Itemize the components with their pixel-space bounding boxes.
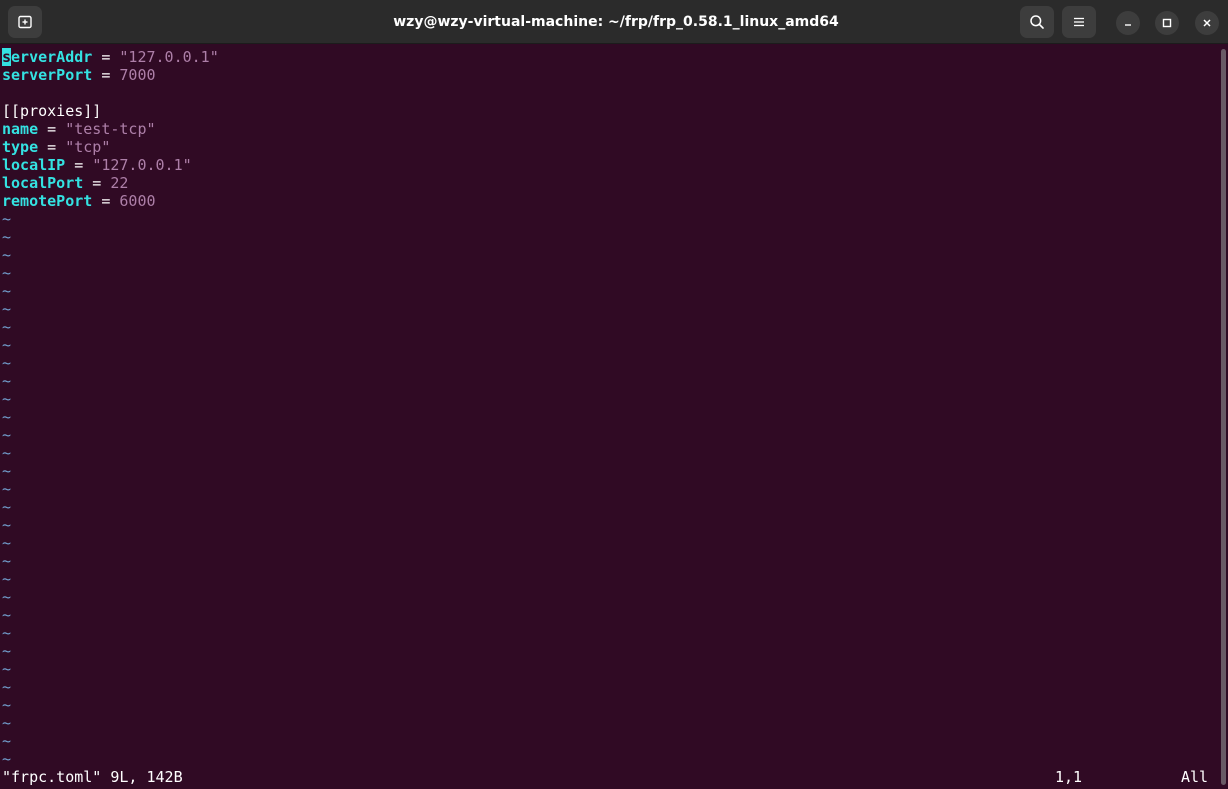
toml-value: 22 <box>110 174 129 192</box>
new-tab-button[interactable] <box>8 6 42 38</box>
empty-line-marker: ~ <box>2 642 12 660</box>
empty-line-marker: ~ <box>2 498 12 516</box>
window-title: wzy@wzy-virtual-machine: ~/frp/frp_0.58.… <box>393 14 839 30</box>
toml-key: localPort <box>2 174 84 192</box>
code-line: serverPort = 7000 <box>0 66 1218 84</box>
maximize-icon <box>1162 18 1172 28</box>
code-line: type = "tcp" <box>0 138 1218 156</box>
empty-line-marker: ~ <box>2 390 12 408</box>
maximize-button[interactable] <box>1155 11 1179 35</box>
toml-section-header: [[proxies]] <box>2 102 102 120</box>
empty-line-marker: ~ <box>2 354 12 372</box>
close-icon <box>1203 19 1211 27</box>
status-cursor-position: 1,1 <box>1055 768 1083 786</box>
code-line: remotePort = 6000 <box>0 192 1218 210</box>
vim-status-line: "frpc.toml" 9L, 142B 1,1 All <box>0 768 1218 786</box>
minimize-button[interactable] <box>1116 11 1140 35</box>
code-line: localIP = "127.0.0.1" <box>0 156 1218 174</box>
hamburger-menu-icon <box>1074 17 1084 27</box>
empty-line-marker: ~ <box>2 750 12 768</box>
text-cursor: s <box>2 48 12 66</box>
toml-operator: = <box>65 156 93 174</box>
toml-value: 6000 <box>119 192 156 210</box>
empty-line-marker: ~ <box>2 624 12 642</box>
toml-value: "127.0.0.1" <box>92 156 192 174</box>
empty-line-marker: ~ <box>2 534 12 552</box>
empty-line-marker: ~ <box>2 210 12 228</box>
empty-line-marker: ~ <box>2 552 12 570</box>
empty-line-marker: ~ <box>2 282 12 300</box>
scrollbar[interactable] <box>1219 46 1227 786</box>
search-button[interactable] <box>1020 6 1054 38</box>
status-scroll-percent: All <box>1181 768 1209 786</box>
terminal-window: wzy@wzy-virtual-machine: ~/frp/frp_0.58.… <box>0 0 1228 789</box>
toml-operator: = <box>92 66 120 84</box>
empty-line-marker: ~ <box>2 426 12 444</box>
code-line: localPort = 22 <box>0 174 1218 192</box>
vim-editor-buffer[interactable]: serverAddr = "127.0.0.1" serverPort = 700… <box>0 48 1218 768</box>
toml-key: name <box>2 120 39 138</box>
code-line: name = "test-tcp" <box>0 120 1218 138</box>
status-file-info: "frpc.toml" 9L, 142B <box>2 768 183 786</box>
close-button[interactable] <box>1195 11 1219 35</box>
code-line: [[proxies]] <box>0 102 1218 120</box>
empty-line-marker: ~ <box>2 408 12 426</box>
empty-line-marker: ~ <box>2 462 12 480</box>
search-icon <box>1030 15 1044 29</box>
toml-operator: = <box>92 192 120 210</box>
empty-line-marker: ~ <box>2 264 12 282</box>
toml-key: serverPort <box>2 66 93 84</box>
title-bar: wzy@wzy-virtual-machine: ~/frp/frp_0.58.… <box>0 0 1228 44</box>
minimize-icon <box>1125 24 1131 26</box>
toml-operator: = <box>83 174 111 192</box>
empty-line-marker: ~ <box>2 606 12 624</box>
empty-line-marker: ~ <box>2 336 12 354</box>
new-tab-icon <box>18 15 32 29</box>
toml-value: "tcp" <box>65 138 111 156</box>
empty-line-marker: ~ <box>2 678 12 696</box>
empty-line-marker: ~ <box>2 570 12 588</box>
menu-button[interactable] <box>1062 6 1096 38</box>
empty-line-marker: ~ <box>2 300 12 318</box>
empty-line-marker: ~ <box>2 696 12 714</box>
toml-operator: = <box>38 138 66 156</box>
empty-line-marker: ~ <box>2 444 12 462</box>
empty-line-marker: ~ <box>2 318 12 336</box>
empty-line-marker: ~ <box>2 588 12 606</box>
empty-line-marker: ~ <box>2 516 12 534</box>
toml-value: "test-tcp" <box>65 120 156 138</box>
toml-key: localIP <box>2 156 66 174</box>
empty-line-marker: ~ <box>2 372 12 390</box>
empty-line-marker: ~ <box>2 228 12 246</box>
toml-operator: = <box>92 48 120 66</box>
toml-operator: = <box>38 120 66 138</box>
empty-line-marker: ~ <box>2 246 12 264</box>
empty-line-marker: ~ <box>2 660 12 678</box>
scrollbar-thumb[interactable] <box>1221 49 1226 785</box>
toml-value: "127.0.0.1" <box>119 48 219 66</box>
toml-value: 7000 <box>119 66 156 84</box>
toml-key: remotePort <box>2 192 93 210</box>
empty-line-marker: ~ <box>2 480 12 498</box>
toml-key: type <box>2 138 39 156</box>
toml-key: serverAddr <box>2 48 93 66</box>
empty-line-marker: ~ <box>2 732 12 750</box>
empty-line-marker: ~ <box>2 714 12 732</box>
code-line: serverAddr = "127.0.0.1" <box>0 48 1218 66</box>
